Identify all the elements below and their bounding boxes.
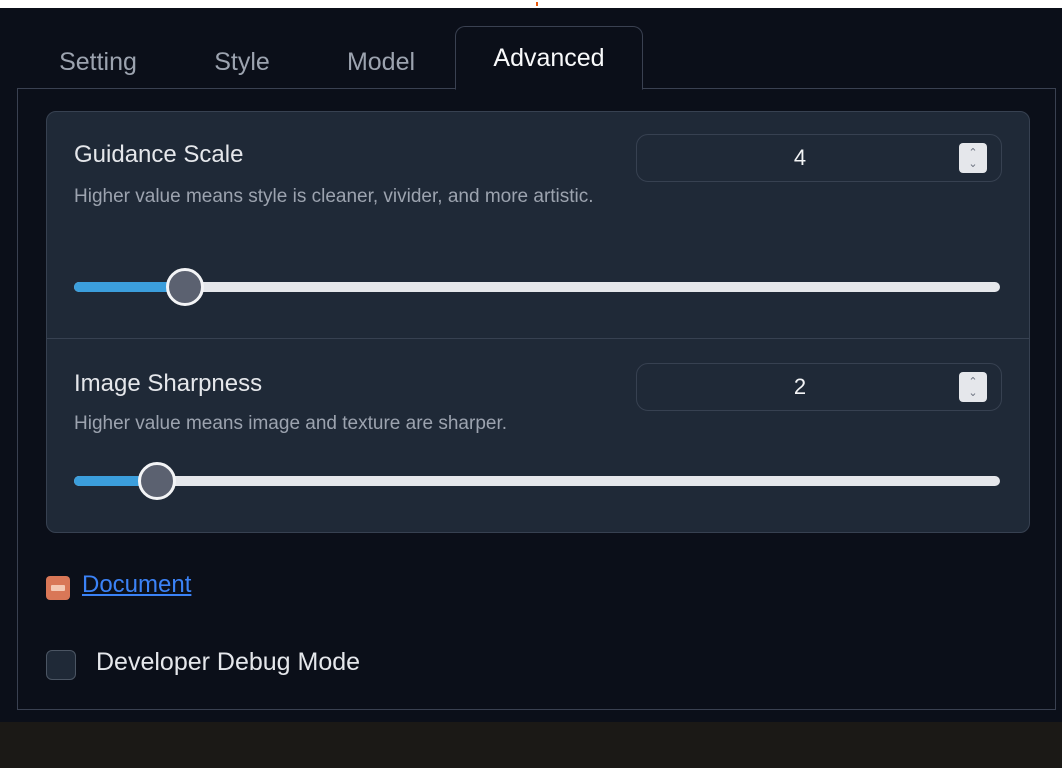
guidance-scale-slider-thumb[interactable]: [166, 268, 204, 306]
bottom-strip: [0, 722, 1062, 768]
developer-debug-label[interactable]: Developer Debug Mode: [96, 648, 360, 677]
guidance-scale-description: Higher value means style is cleaner, viv…: [74, 186, 594, 207]
tab-model[interactable]: Model: [330, 34, 432, 90]
panel-border-top-left: [17, 88, 455, 89]
chevron-down-icon[interactable]: ⌄: [968, 387, 977, 398]
tab-advanced[interactable]: Advanced: [455, 26, 643, 90]
guidance-scale-value[interactable]: 4: [637, 135, 963, 181]
tab-setting[interactable]: Setting: [44, 34, 152, 90]
panel-border-bottom: [17, 709, 1056, 710]
image-sharpness-value[interactable]: 2: [637, 364, 963, 410]
image-sharpness-stepper-icon[interactable]: ⌃ ⌄: [959, 372, 987, 402]
developer-debug-checkbox[interactable]: [46, 650, 76, 680]
image-sharpness-description: Higher value means image and texture are…: [74, 413, 508, 434]
guidance-scale-number-input[interactable]: 4 ⌃ ⌄: [636, 134, 1002, 182]
panel-border-top-right: [642, 88, 1056, 89]
image-sharpness-slider-thumb[interactable]: [138, 462, 176, 500]
guidance-scale-stepper-icon[interactable]: ⌃ ⌄: [959, 143, 987, 173]
tab-style[interactable]: Style: [196, 34, 288, 90]
chevron-down-icon[interactable]: ⌄: [968, 158, 977, 169]
document-icon[interactable]: [46, 576, 70, 600]
image-sharpness-slider[interactable]: [74, 462, 1000, 500]
guidance-scale-label: Guidance Scale: [74, 141, 244, 168]
image-sharpness-number-input[interactable]: 2 ⌃ ⌄: [636, 363, 1002, 411]
settings-divider: [46, 338, 1030, 339]
guidance-scale-slider[interactable]: [74, 268, 1000, 306]
panel-border-right: [1055, 88, 1056, 710]
top-strip-mark: [536, 2, 538, 6]
document-link[interactable]: Document: [82, 571, 191, 599]
panel-border-left: [17, 88, 18, 710]
image-sharpness-label: Image Sharpness: [74, 370, 263, 397]
top-strip: [0, 0, 1062, 8]
